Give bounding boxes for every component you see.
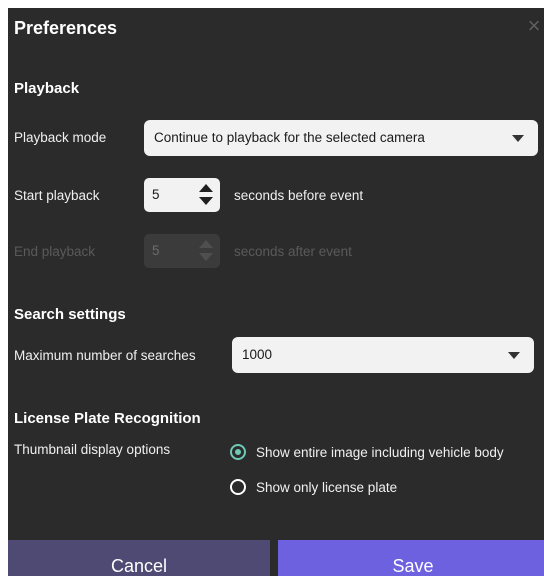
start-playback-stepper[interactable]: 5 xyxy=(144,178,220,212)
playback-section-title: Playback xyxy=(14,80,80,97)
search-section-title: Search settings xyxy=(14,306,126,323)
playback-mode-value: Continue to playback for the selected ca… xyxy=(154,130,425,145)
dialog-title: Preferences xyxy=(14,18,118,38)
preferences-dialog: Preferences × Playback Playback mode Con… xyxy=(8,8,544,576)
radio-checked-icon[interactable] xyxy=(230,444,246,460)
end-playback-suffix: seconds after event xyxy=(234,244,352,259)
max-searches-value: 1000 xyxy=(242,347,273,362)
stepper-controls xyxy=(192,234,220,268)
save-button[interactable]: Save xyxy=(278,540,544,576)
end-playback-stepper: 5 xyxy=(144,234,220,268)
start-playback-suffix: seconds before event xyxy=(234,188,364,203)
chevron-up-icon xyxy=(199,240,213,248)
max-searches-select[interactable]: 1000 xyxy=(232,337,534,373)
thumbnail-options-label: Thumbnail display options xyxy=(14,442,171,457)
start-playback-value: 5 xyxy=(152,187,160,202)
chevron-down-icon xyxy=(508,352,520,359)
max-searches-label: Maximum number of searches xyxy=(14,348,196,363)
lpr-section-title: License Plate Recognition xyxy=(14,410,201,427)
end-playback-value: 5 xyxy=(152,243,160,258)
radio-option-entire-image[interactable]: Show entire image including vehicle body xyxy=(230,441,504,463)
radio-option-label: Show entire image including vehicle body xyxy=(256,444,504,460)
playback-mode-select[interactable]: Continue to playback for the selected ca… xyxy=(144,120,538,156)
radio-option-label: Show only license plate xyxy=(256,479,398,495)
chevron-down-icon xyxy=(199,253,213,261)
stepper-controls[interactable] xyxy=(192,178,220,212)
start-playback-label: Start playback xyxy=(14,188,100,203)
chevron-down-icon xyxy=(512,135,524,142)
chevron-up-icon[interactable] xyxy=(199,184,213,192)
end-playback-label: End playback xyxy=(14,244,96,259)
cancel-button[interactable]: Cancel xyxy=(8,540,270,576)
playback-mode-label: Playback mode xyxy=(14,130,107,145)
radio-unchecked-icon[interactable] xyxy=(230,479,246,495)
chevron-down-icon[interactable] xyxy=(199,197,213,205)
close-icon[interactable]: × xyxy=(522,14,544,38)
radio-option-plate-only[interactable]: Show only license plate xyxy=(230,476,397,498)
